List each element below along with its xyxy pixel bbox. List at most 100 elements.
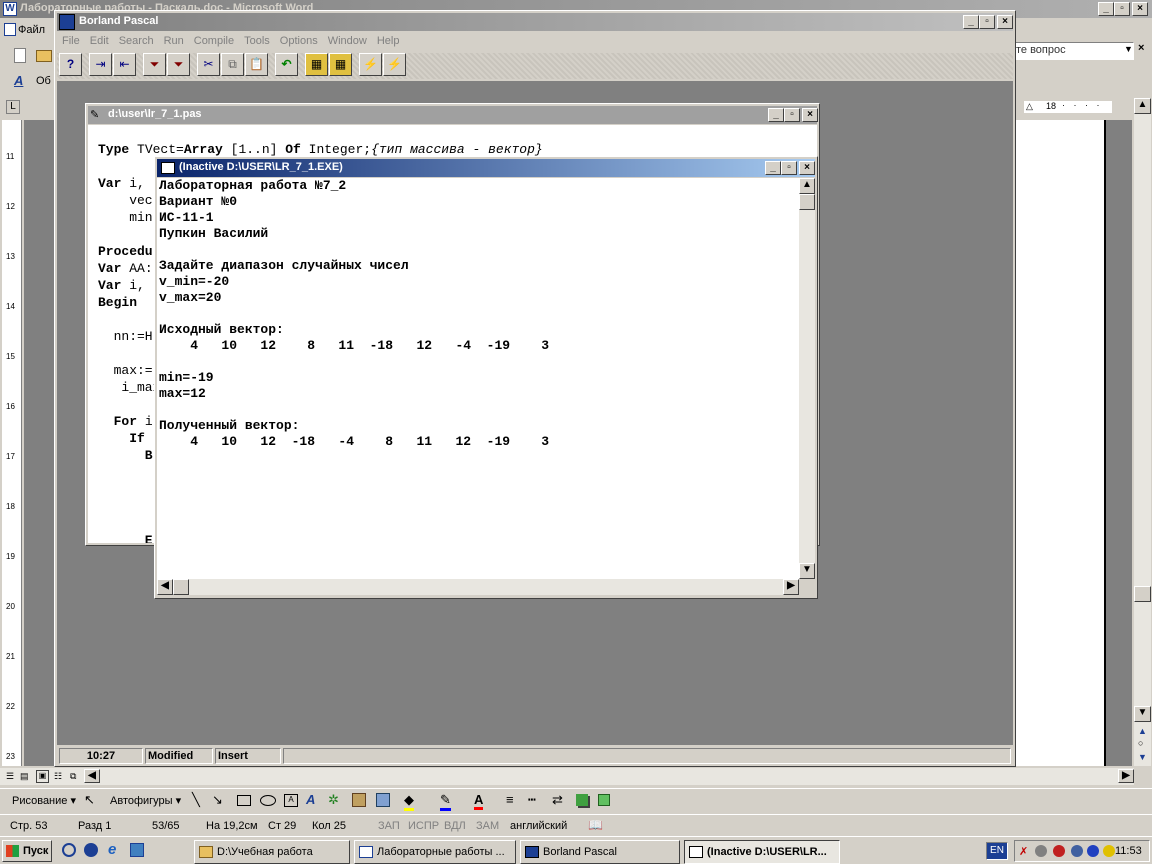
bp-menu-search[interactable]: Search — [114, 32, 159, 51]
tray-icon-5[interactable] — [1087, 845, 1099, 857]
picture-icon[interactable] — [376, 793, 390, 807]
help-dropdown-icon[interactable]: ▼ — [1124, 44, 1133, 54]
select-objects-icon[interactable]: ↖ — [84, 792, 95, 808]
console-scroll-right-button[interactable]: ▶ — [783, 579, 799, 595]
line-style-icon[interactable]: ≡ — [506, 792, 514, 807]
rectangle-tool-icon[interactable] — [237, 795, 251, 806]
fill-color-icon[interactable]: ◆ — [404, 792, 414, 811]
ruler-left-corner-button[interactable]: L — [6, 100, 20, 114]
save-file-icon[interactable]: ⏷ — [167, 53, 190, 76]
bp-maximize-button[interactable]: ▫ — [979, 15, 995, 29]
hscroll-right-button[interactable]: ▶ — [1118, 769, 1134, 783]
console-scroll-thumb[interactable] — [799, 194, 815, 210]
console-minimize-button[interactable]: _ — [765, 161, 781, 175]
console-maximize-button[interactable]: ▫ — [781, 161, 797, 175]
bp-close-button[interactable]: × — [997, 15, 1013, 29]
quicklaunch-search-icon[interactable] — [62, 843, 76, 857]
status-ovr[interactable]: ЗАМ — [476, 820, 499, 832]
browse-object-icon[interactable]: ○ — [1138, 738, 1143, 748]
normal-view-icon[interactable]: ☰ — [6, 771, 14, 782]
next-page-icon[interactable]: ▼ — [1138, 752, 1147, 762]
status-rec[interactable]: ЗАП — [378, 820, 400, 832]
help-icon[interactable]: ? — [59, 53, 82, 76]
word-scroll-up-button[interactable]: ▲ — [1134, 98, 1151, 114]
prev-page-icon[interactable]: ▲ — [1138, 726, 1147, 736]
spelling-status-icon[interactable]: 📖 — [588, 818, 603, 832]
open-file-icon[interactable]: ⏷ — [143, 53, 166, 76]
clipart-icon[interactable] — [352, 793, 366, 807]
autoshapes-menu[interactable]: Автофигуры ▾ — [110, 794, 181, 807]
run-debug-icon[interactable]: ⚡ — [383, 53, 406, 76]
line-color-icon[interactable]: ✎ — [440, 792, 451, 811]
compile-icon[interactable]: ▦ — [305, 53, 328, 76]
arrow-tool-icon[interactable]: ↘ — [212, 792, 223, 808]
cut-icon[interactable]: ✂ — [197, 53, 220, 76]
tray-icon-3[interactable] — [1053, 845, 1065, 857]
console-size-grip[interactable] — [799, 579, 815, 595]
word-horizontal-scrollbar[interactable]: ☰ ▤ ▣ ☷ ⧉ ◀ ▶ — [0, 768, 1134, 785]
word-scroll-down-button[interactable]: ▼ — [1134, 706, 1151, 722]
quicklaunch-desktop-icon[interactable] — [130, 843, 144, 857]
console-hscroll-thumb[interactable] — [173, 579, 189, 595]
new-document-icon[interactable] — [14, 48, 26, 63]
oval-tool-icon[interactable] — [260, 795, 276, 806]
status-ext[interactable]: ВДЛ — [444, 820, 466, 832]
tray-icon-2[interactable] — [1035, 845, 1047, 857]
language-indicator[interactable]: EN — [986, 842, 1008, 860]
word-minimize-button[interactable]: _ — [1098, 2, 1114, 16]
3d-style-icon[interactable] — [598, 794, 610, 806]
word-maximize-button[interactable]: ▫ — [1114, 2, 1130, 16]
console-scroll-up-button[interactable]: ▲ — [799, 178, 815, 194]
bp-minimize-button[interactable]: _ — [963, 15, 979, 29]
undo-icon[interactable]: ↶ — [275, 53, 298, 76]
word-scroll-thumb[interactable] — [1134, 586, 1151, 602]
open-folder-icon[interactable] — [36, 50, 52, 62]
step-over-icon[interactable]: ⇥ — [89, 53, 112, 76]
tray-icon-4[interactable] — [1071, 845, 1083, 857]
word-doc-close-button[interactable]: × — [1138, 42, 1144, 54]
copy-icon[interactable]: ⧉ — [221, 53, 244, 76]
console-horizontal-scrollbar[interactable]: ◀ ▶ — [157, 579, 799, 595]
web-view-icon[interactable]: ▤ — [20, 771, 29, 782]
start-button[interactable]: Пуск — [2, 840, 52, 862]
paste-icon[interactable]: 📋 — [245, 53, 268, 76]
font-color-icon[interactable]: A — [474, 792, 484, 810]
task-explorer[interactable]: D:\Учебная работа — [194, 840, 350, 864]
diagram-icon[interactable]: ✲ — [328, 792, 339, 808]
bp-menu-help[interactable]: Help — [372, 32, 405, 51]
task-console[interactable]: (Inactive D:\USER\LR... — [684, 840, 840, 864]
dash-style-icon[interactable]: ┅ — [528, 792, 536, 808]
run-icon[interactable]: ⚡ — [359, 53, 382, 76]
quicklaunch-ie-icon[interactable]: e — [108, 841, 116, 858]
editor-maximize-button[interactable]: ▫ — [784, 108, 800, 122]
ruler-indent-marker[interactable]: △ — [1026, 101, 1033, 112]
bp-menu-tools[interactable]: Tools — [239, 32, 275, 51]
styles-icon[interactable]: A — [14, 73, 23, 88]
bp-menu-window[interactable]: Window — [323, 32, 372, 51]
tray-icon-1[interactable]: ✗ — [1019, 845, 1028, 858]
bp-menu-options[interactable]: Options — [275, 32, 323, 51]
status-trk[interactable]: ИСПР — [408, 820, 439, 832]
drawing-menu[interactable]: Рисование ▾ — [12, 794, 76, 807]
console-close-button[interactable]: × — [799, 161, 815, 175]
word-close-button[interactable]: × — [1132, 2, 1148, 16]
style-box-partial[interactable]: Об — [36, 75, 51, 87]
textbox-tool-icon[interactable]: A — [284, 794, 298, 807]
console-scroll-down-button[interactable]: ▼ — [799, 563, 815, 579]
console-vertical-scrollbar[interactable]: ▲ ▼ — [799, 178, 815, 579]
hscroll-left-button[interactable]: ◀ — [84, 769, 100, 783]
bp-menu-file[interactable]: File — [57, 32, 85, 51]
trace-into-icon[interactable]: ⇤ — [113, 53, 136, 76]
word-vertical-scrollbar[interactable]: ▲ ▼ ▲ ○ ▼ — [1134, 98, 1151, 766]
task-borland[interactable]: Borland Pascal — [520, 840, 680, 864]
quicklaunch-media-icon[interactable] — [84, 843, 98, 857]
tray-icon-6[interactable] — [1103, 845, 1115, 857]
task-word[interactable]: Лабораторные работы ... — [354, 840, 516, 864]
editor-close-button[interactable]: × — [802, 108, 818, 122]
arrow-style-icon[interactable]: ⇄ — [552, 792, 563, 808]
bp-menu-compile[interactable]: Compile — [189, 32, 239, 51]
console-scroll-left-button[interactable]: ◀ — [157, 579, 173, 595]
make-icon[interactable]: ▦ — [329, 53, 352, 76]
line-tool-icon[interactable]: ╲ — [192, 792, 200, 808]
shadow-style-icon[interactable] — [576, 794, 588, 806]
